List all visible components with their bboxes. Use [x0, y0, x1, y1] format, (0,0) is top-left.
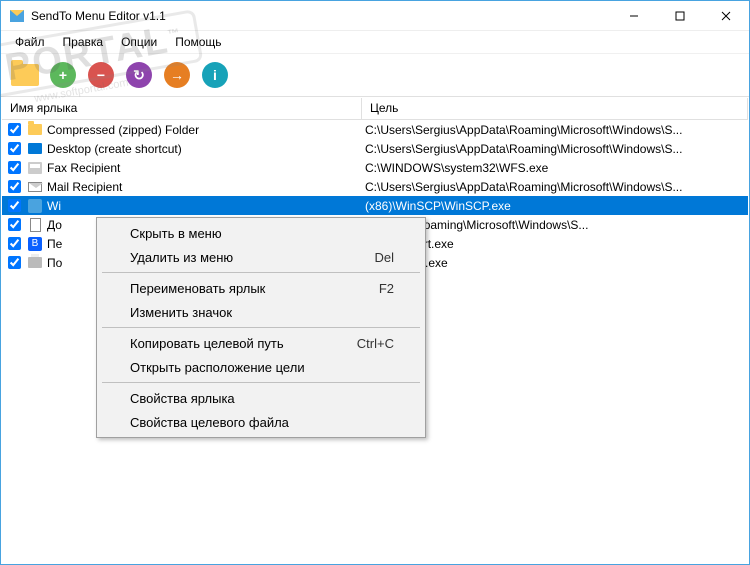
- menu-edit[interactable]: Правка: [55, 33, 112, 51]
- row-checkbox[interactable]: [8, 142, 21, 155]
- toolbar-open-folder[interactable]: [9, 59, 41, 91]
- close-button[interactable]: [703, 1, 749, 31]
- folder-icon: [11, 64, 39, 86]
- row-target: C:\Users\Sergius\AppData\Roaming\Microso…: [361, 180, 744, 194]
- mail-icon: [27, 179, 43, 195]
- app-icon: [27, 198, 43, 214]
- printer-icon: [27, 255, 43, 271]
- row-checkbox[interactable]: [8, 161, 21, 174]
- fax-icon: [27, 160, 43, 176]
- context-menu-item[interactable]: Копировать целевой путьCtrl+C: [100, 331, 422, 355]
- context-menu-shortcut: F2: [379, 281, 394, 296]
- row-target: C:\Users\Sergius\AppData\Roaming\Microso…: [361, 142, 744, 156]
- context-menu-separator: [102, 382, 420, 383]
- doc-icon: [27, 217, 43, 233]
- context-menu-label: Изменить значок: [130, 305, 394, 320]
- menu-file[interactable]: Файл: [7, 33, 53, 51]
- row-checkbox[interactable]: [8, 218, 21, 231]
- toolbar-add[interactable]: +: [47, 59, 79, 91]
- toolbar-info[interactable]: i: [199, 59, 231, 91]
- context-menu-item[interactable]: Свойства ярлыка: [100, 386, 422, 410]
- context-menu-separator: [102, 272, 420, 273]
- menu-options[interactable]: Опции: [113, 33, 165, 51]
- row-name: Wi: [47, 199, 361, 213]
- row-target: C:\Users\Sergius\AppData\Roaming\Microso…: [361, 123, 744, 137]
- maximize-button[interactable]: [657, 1, 703, 31]
- row-name: Compressed (zipped) Folder: [47, 123, 361, 137]
- context-menu-item[interactable]: Открыть расположение цели: [100, 355, 422, 379]
- minimize-button[interactable]: [611, 1, 657, 31]
- row-checkbox[interactable]: [8, 256, 21, 269]
- menu-help[interactable]: Помощь: [167, 33, 229, 51]
- row-name: Desktop (create shortcut): [47, 142, 361, 156]
- menubar: Файл Правка Опции Помощь: [1, 31, 749, 53]
- context-menu-item[interactable]: Изменить значок: [100, 300, 422, 324]
- table-row[interactable]: Compressed (zipped) FolderC:\Users\Sergi…: [2, 120, 748, 139]
- context-menu-item[interactable]: Свойства целевого файла: [100, 410, 422, 434]
- context-menu-label: Удалить из меню: [130, 250, 374, 265]
- table-row[interactable]: Fax RecipientC:\WINDOWS\system32\WFS.exe: [2, 158, 748, 177]
- table-row[interactable]: Desktop (create shortcut)C:\Users\Sergiu…: [2, 139, 748, 158]
- desktop-icon: [27, 141, 43, 157]
- context-menu-item[interactable]: Удалить из менюDel: [100, 245, 422, 269]
- row-checkbox[interactable]: [8, 199, 21, 212]
- context-menu-label: Переименовать ярлык: [130, 281, 379, 296]
- row-name: Mail Recipient: [47, 180, 361, 194]
- toolbar-remove[interactable]: −: [85, 59, 117, 91]
- context-menu-label: Копировать целевой путь: [130, 336, 357, 351]
- row-checkbox[interactable]: [8, 180, 21, 193]
- minus-icon: −: [88, 62, 114, 88]
- column-name[interactable]: Имя ярлыка: [2, 98, 362, 119]
- row-checkbox[interactable]: [8, 237, 21, 250]
- info-icon: i: [202, 62, 228, 88]
- folder-icon: [27, 122, 43, 138]
- arrow-right-icon: →: [164, 62, 190, 88]
- table-row[interactable]: Wi(x86)\WinSCP\WinSCP.exe: [2, 196, 748, 215]
- row-name: Fax Recipient: [47, 161, 361, 175]
- titlebar: SendTo Menu Editor v1.1: [1, 1, 749, 31]
- refresh-icon: ↻: [126, 62, 152, 88]
- plus-icon: +: [50, 62, 76, 88]
- context-menu-label: Свойства целевого файла: [130, 415, 394, 430]
- context-menu-label: Скрыть в меню: [130, 226, 394, 241]
- bt-icon: B: [27, 236, 43, 252]
- app-icon: [9, 8, 25, 24]
- toolbar: + − ↻ → i: [1, 53, 749, 97]
- window-title: SendTo Menu Editor v1.1: [31, 9, 166, 23]
- context-menu: Скрыть в меню Удалить из менюDel Переимено…: [96, 217, 426, 438]
- toolbar-refresh[interactable]: ↻: [123, 59, 155, 91]
- row-target: C:\WINDOWS\system32\WFS.exe: [361, 161, 744, 175]
- toolbar-export[interactable]: →: [161, 59, 193, 91]
- app-window: SendTo Menu Editor v1.1 Файл Правка Опци…: [0, 0, 750, 565]
- context-menu-item[interactable]: Переименовать ярлыкF2: [100, 276, 422, 300]
- context-menu-separator: [102, 327, 420, 328]
- column-target[interactable]: Цель: [362, 98, 748, 119]
- row-target: (x86)\WinSCP\WinSCP.exe: [361, 199, 744, 213]
- table-row[interactable]: Mail RecipientC:\Users\Sergius\AppData\R…: [2, 177, 748, 196]
- list-header: Имя ярлыка Цель: [2, 98, 748, 120]
- context-menu-item[interactable]: Скрыть в меню: [100, 221, 422, 245]
- context-menu-shortcut: Ctrl+C: [357, 336, 394, 351]
- row-checkbox[interactable]: [8, 123, 21, 136]
- context-menu-shortcut: Del: [374, 250, 394, 265]
- context-menu-label: Открыть расположение цели: [130, 360, 394, 375]
- context-menu-label: Свойства ярлыка: [130, 391, 394, 406]
